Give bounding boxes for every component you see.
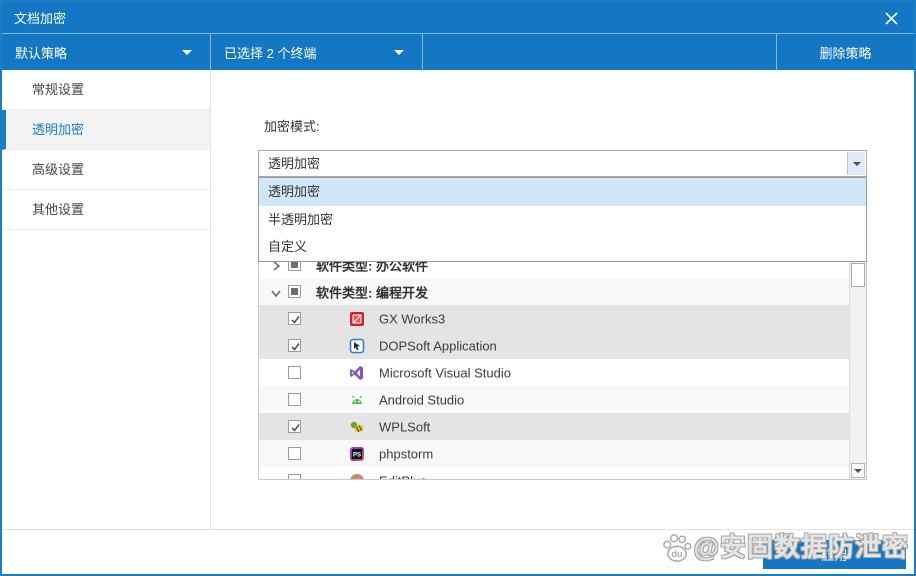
- close-button[interactable]: [878, 6, 904, 30]
- chevron-down-icon: [182, 50, 192, 55]
- dialog-title: 文档加密: [14, 11, 67, 26]
- dropdown-option-transparent[interactable]: 透明加密: [259, 178, 866, 206]
- gx-works3-icon: [349, 311, 365, 327]
- sidebar-item-advanced[interactable]: 高级设置: [2, 150, 210, 190]
- checkbox-unchecked[interactable]: [288, 392, 301, 406]
- app-label: DOPSoft Application: [379, 338, 497, 353]
- visual-studio-icon: [349, 365, 365, 381]
- apply-button[interactable]: 应用: [763, 540, 906, 569]
- app-label: Microsoft Visual Studio: [379, 365, 511, 380]
- close-icon: [884, 11, 898, 25]
- svg-text:PS: PS: [353, 452, 361, 458]
- document-encryption-dialog: 文档加密 默认策略 已选择 2 个终端 删除策略 常规设置 透明加密 高级设置 …: [0, 0, 916, 576]
- app-label: EditPlus: [379, 473, 427, 479]
- editplus-icon: [349, 473, 365, 479]
- checkbox-checked[interactable]: [288, 419, 301, 433]
- android-studio-icon: [349, 392, 365, 408]
- wplsoft-icon: [349, 419, 365, 435]
- chevron-down-icon[interactable]: [270, 286, 282, 298]
- group-checkbox-indeterminate[interactable]: [288, 284, 301, 298]
- policy-dropdown-value: 默认策略: [15, 45, 68, 61]
- scrollbar-down-button[interactable]: [851, 463, 865, 478]
- list-item-phpstorm[interactable]: PS phpstorm: [259, 440, 866, 467]
- terminal-dropdown-value: 已选择 2 个终端: [224, 45, 317, 61]
- checkbox-checked[interactable]: [288, 338, 301, 352]
- checkbox-unchecked[interactable]: [288, 446, 301, 460]
- sidebar-item-transparent-encryption[interactable]: 透明加密: [2, 110, 210, 150]
- chevron-down-icon: [394, 50, 404, 55]
- encryption-mode-dropdown-list: 透明加密 半透明加密 自定义: [258, 177, 867, 262]
- policy-dropdown[interactable]: 默认策略: [2, 34, 211, 70]
- sidebar-item-general[interactable]: 常规设置: [2, 70, 210, 110]
- indeterminate-mark: [291, 287, 298, 295]
- terminal-dropdown[interactable]: 已选择 2 个终端: [211, 34, 423, 70]
- dropdown-option-semitransparent[interactable]: 半透明加密: [259, 206, 866, 234]
- list-item-gx-works3[interactable]: GX Works3: [259, 305, 866, 332]
- list-item-wplsoft[interactable]: WPLSoft: [259, 413, 866, 440]
- dropdown-option-custom[interactable]: 自定义: [259, 233, 866, 261]
- title-bar: 文档加密: [2, 2, 914, 33]
- checkbox-unchecked[interactable]: [288, 473, 301, 479]
- delete-policy-button[interactable]: 删除策略: [776, 34, 914, 70]
- dopsoft-icon: [349, 338, 365, 354]
- encryption-mode-select-value: 透明加密: [268, 156, 321, 171]
- list-scrollbar[interactable]: [849, 251, 866, 479]
- select-dropdown-button[interactable]: [847, 152, 865, 175]
- app-label: GX Works3: [379, 311, 446, 326]
- phpstorm-icon: PS: [349, 446, 365, 462]
- footer-bar: 应用: [2, 529, 914, 574]
- scrollbar-thumb[interactable]: [851, 263, 865, 287]
- app-label: WPLSoft: [379, 419, 431, 434]
- list-item-editplus[interactable]: EditPlus: [259, 467, 866, 479]
- chevron-down-icon: [854, 468, 862, 473]
- app-label: Android Studio: [379, 392, 465, 407]
- list-item-dopsoft[interactable]: DOPSoft Application: [259, 332, 866, 359]
- sidebar-item-other[interactable]: 其他设置: [2, 190, 210, 230]
- encryption-mode-select[interactable]: 透明加密: [258, 150, 867, 177]
- main-panel: 加密模式: 透明加密 透明加密 半透明加密 自定义 软件类型: 办公软件 软件类…: [212, 70, 914, 529]
- chevron-down-icon: [852, 161, 861, 166]
- software-list: 软件类型: 办公软件 软件类型: 编程开发 GX Works3 DOPSoft …: [258, 250, 867, 480]
- group-label: 软件类型: 编程开发: [316, 285, 428, 300]
- list-item-android-studio[interactable]: Android Studio: [259, 386, 866, 413]
- list-item-visual-studio[interactable]: Microsoft Visual Studio: [259, 359, 866, 386]
- list-group-programming-dev[interactable]: 软件类型: 编程开发: [259, 278, 866, 305]
- encryption-mode-label: 加密模式:: [264, 119, 320, 134]
- settings-sidebar: 常规设置 透明加密 高级设置 其他设置: [2, 70, 211, 529]
- toolbar: 默认策略 已选择 2 个终端 删除策略: [2, 33, 914, 70]
- checkbox-checked[interactable]: [288, 311, 301, 325]
- app-label: phpstorm: [379, 446, 434, 461]
- checkbox-unchecked[interactable]: [288, 365, 301, 379]
- delete-policy-label: 删除策略: [819, 45, 872, 61]
